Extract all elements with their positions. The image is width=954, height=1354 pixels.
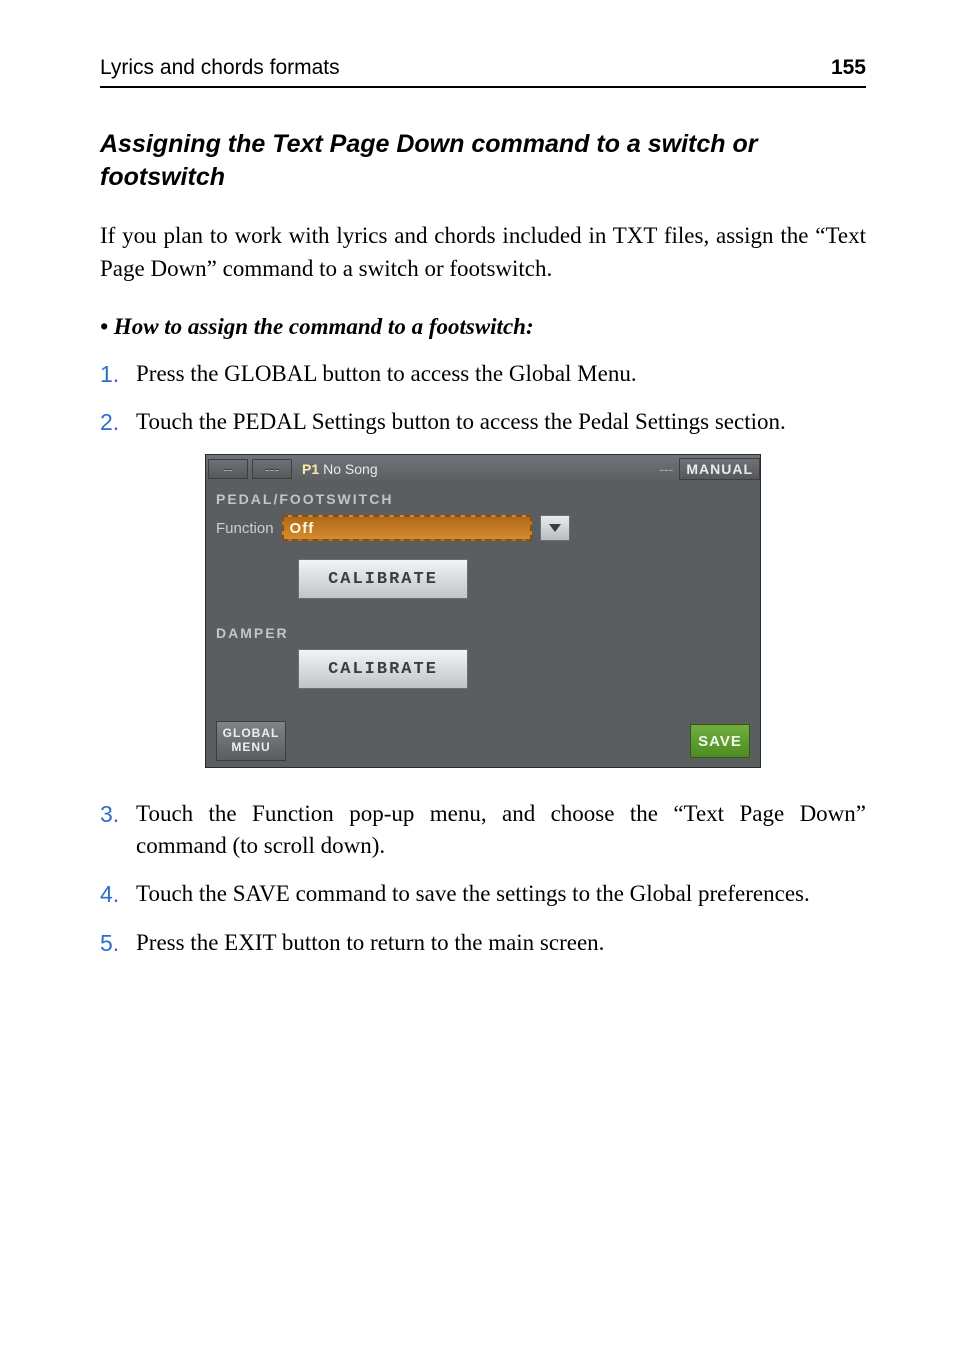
header-page-number: 155 xyxy=(831,56,866,80)
save-button[interactable]: SAVE xyxy=(690,724,750,758)
device-body: PEDAL/FOOTSWITCH Function Off CALIBRATE … xyxy=(206,483,760,767)
calibrate-label: CALIBRATE xyxy=(328,570,438,589)
step-text: Touch the PEDAL Settings button to acces… xyxy=(136,406,866,438)
function-dropdown-button[interactable] xyxy=(540,515,570,541)
device-screenshot: -- --- P1 No Song --- MANUAL PEDAL/FOOTS… xyxy=(100,454,866,768)
page-header: Lyrics and chords formats 155 xyxy=(100,56,866,80)
function-row: Function Off xyxy=(216,515,750,541)
step-text: Press the EXIT button to return to the m… xyxy=(136,927,866,959)
device-footer: GLOBAL MENU SAVE xyxy=(216,715,750,761)
chevron-down-icon xyxy=(549,524,561,532)
titlebar-dashes: --- xyxy=(659,461,673,477)
titlebar-player-indicator: P1 xyxy=(302,461,319,477)
calibrate-damper-button[interactable]: CALIBRATE xyxy=(298,649,468,689)
step-item: 3. Touch the Function pop-up menu, and c… xyxy=(100,798,866,862)
function-value-text: Off xyxy=(290,520,315,537)
save-label: SAVE xyxy=(698,733,742,750)
steps-before: 1. Press the GLOBAL button to access the… xyxy=(100,358,866,438)
step-item: 4. Touch the SAVE command to save the se… xyxy=(100,878,866,910)
step-item: 1. Press the GLOBAL button to access the… xyxy=(100,358,866,390)
step-number: 1. xyxy=(100,358,136,390)
step-number: 3. xyxy=(100,798,136,830)
step-number: 2. xyxy=(100,406,136,438)
step-item: 2. Touch the PEDAL Settings button to ac… xyxy=(100,406,866,438)
step-item: 5. Press the EXIT button to return to th… xyxy=(100,927,866,959)
step-number: 4. xyxy=(100,878,136,910)
global-menu-line1: GLOBAL xyxy=(223,727,280,741)
device-screen: -- --- P1 No Song --- MANUAL PEDAL/FOOTS… xyxy=(205,454,761,768)
calibrate-label: CALIBRATE xyxy=(328,660,438,679)
step-text: Touch the Function pop-up menu, and choo… xyxy=(136,798,866,862)
pedal-footswitch-group-label: PEDAL/FOOTSWITCH xyxy=(216,491,750,507)
calibrate-pedal-button[interactable]: CALIBRATE xyxy=(298,559,468,599)
titlebar-cell[interactable]: -- xyxy=(208,459,248,479)
intro-paragraph: If you plan to work with lyrics and chor… xyxy=(100,219,866,286)
step-text: Touch the SAVE command to save the setti… xyxy=(136,878,866,910)
howto-subheading: • How to assign the command to a footswi… xyxy=(100,314,866,340)
global-menu-line2: MENU xyxy=(231,741,270,755)
titlebar-cell[interactable]: --- xyxy=(252,459,292,479)
header-section-title: Lyrics and chords formats xyxy=(100,56,340,80)
global-menu-button[interactable]: GLOBAL MENU xyxy=(216,721,286,761)
device-titlebar: -- --- P1 No Song --- MANUAL xyxy=(206,455,760,483)
damper-group-label: DAMPER xyxy=(216,625,750,641)
function-value-field[interactable]: Off xyxy=(282,515,532,541)
steps-after: 3. Touch the Function pop-up menu, and c… xyxy=(100,798,866,959)
titlebar-song-name: No Song xyxy=(323,461,377,477)
manual-button[interactable]: MANUAL xyxy=(679,458,760,480)
function-caption: Function xyxy=(216,520,274,537)
step-number: 5. xyxy=(100,927,136,959)
header-rule xyxy=(100,86,866,88)
section-heading: Assigning the Text Page Down command to … xyxy=(100,128,866,193)
step-text: Press the GLOBAL button to access the Gl… xyxy=(136,358,866,390)
